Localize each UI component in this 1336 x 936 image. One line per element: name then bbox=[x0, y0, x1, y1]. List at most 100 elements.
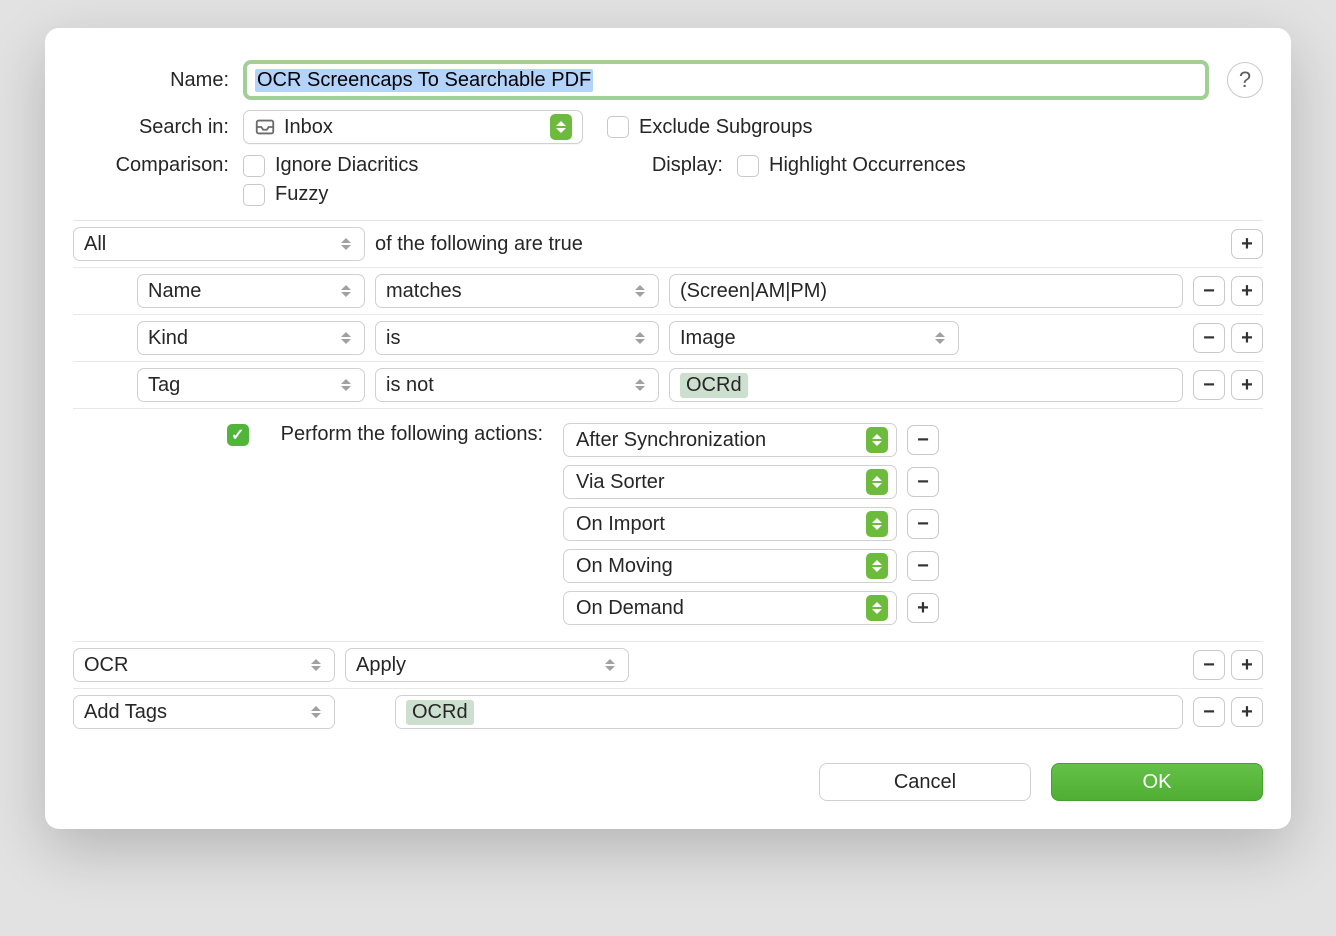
rule-operator-value: is bbox=[386, 327, 400, 350]
action-param-select[interactable]: Apply bbox=[345, 648, 629, 682]
trigger-remove-button[interactable]: − bbox=[907, 467, 939, 497]
action-tag-input[interactable]: OCRd bbox=[395, 695, 1183, 729]
trigger-add-button[interactable]: + bbox=[907, 593, 939, 623]
stepper-icon bbox=[550, 114, 572, 140]
inbox-icon bbox=[254, 116, 276, 138]
ignore-diacritics-checkbox[interactable] bbox=[243, 155, 265, 177]
rule-field-select[interactable]: Name bbox=[137, 274, 365, 308]
trigger-row: On Moving − bbox=[563, 549, 939, 583]
rule-root-suffix: of the following are true bbox=[375, 233, 583, 256]
comparison-label: Comparison: bbox=[73, 154, 243, 177]
cancel-button[interactable]: Cancel bbox=[819, 763, 1031, 801]
stepper-icon bbox=[866, 553, 888, 579]
chevron-updown-icon bbox=[338, 327, 354, 349]
search-in-label: Search in: bbox=[73, 116, 243, 139]
rule-add-button[interactable]: + bbox=[1231, 323, 1263, 353]
action-value: OCR bbox=[84, 654, 128, 677]
trigger-remove-button[interactable]: − bbox=[907, 509, 939, 539]
stepper-icon bbox=[866, 469, 888, 495]
exclude-subgroups-checkbox[interactable] bbox=[607, 116, 629, 138]
trigger-select[interactable]: On Moving bbox=[563, 549, 897, 583]
rule-operator-value: matches bbox=[386, 280, 462, 303]
trigger-row: Via Sorter − bbox=[563, 465, 939, 499]
rule-remove-button[interactable]: − bbox=[1193, 276, 1225, 306]
trigger-value: On Import bbox=[576, 513, 665, 536]
trigger-remove-button[interactable]: − bbox=[907, 425, 939, 455]
rule-operator-select[interactable]: is bbox=[375, 321, 659, 355]
rules-section: All of the following are true + Name mat… bbox=[73, 220, 1263, 735]
search-in-select[interactable]: Inbox bbox=[243, 110, 583, 144]
perform-actions-checkbox[interactable] bbox=[227, 424, 249, 446]
chevron-updown-icon bbox=[338, 233, 354, 255]
ok-label: OK bbox=[1143, 771, 1172, 794]
step-add-button[interactable]: + bbox=[1231, 697, 1263, 727]
action-step-row: Add Tags OCRd − + bbox=[73, 689, 1263, 735]
trigger-select[interactable]: On Import bbox=[563, 507, 897, 541]
rule-operator-select[interactable]: is not bbox=[375, 368, 659, 402]
trigger-value: Via Sorter bbox=[576, 471, 665, 494]
trigger-select[interactable]: After Synchronization bbox=[563, 423, 897, 457]
name-label: Name: bbox=[73, 69, 243, 92]
rule-value-text: (Screen|AM|PM) bbox=[680, 280, 827, 303]
highlight-occurrences-label: Highlight Occurrences bbox=[769, 154, 966, 177]
action-value-chip: OCRd bbox=[406, 700, 474, 725]
rule-root-scope-select[interactable]: All bbox=[73, 227, 365, 261]
rule-remove-button[interactable]: − bbox=[1193, 370, 1225, 400]
rule-value-input[interactable]: (Screen|AM|PM) bbox=[669, 274, 1183, 308]
rule-add-button[interactable]: + bbox=[1231, 276, 1263, 306]
stepper-icon bbox=[866, 427, 888, 453]
chevron-updown-icon bbox=[308, 701, 324, 723]
dialog-footer: Cancel OK bbox=[73, 735, 1263, 801]
trigger-list: After Synchronization − Via Sorter − On … bbox=[563, 423, 939, 625]
rule-operator-select[interactable]: matches bbox=[375, 274, 659, 308]
trigger-select[interactable]: Via Sorter bbox=[563, 465, 897, 499]
step-remove-button[interactable]: − bbox=[1193, 697, 1225, 727]
step-add-button[interactable]: + bbox=[1231, 650, 1263, 680]
search-in-row: Search in: Inbox Exclude Subgroups bbox=[73, 110, 1263, 144]
perform-actions-label: Perform the following actions: bbox=[281, 423, 543, 446]
chevron-updown-icon bbox=[308, 654, 324, 676]
name-row: Name: OCR Screencaps To Searchable PDF ? bbox=[73, 60, 1263, 100]
rule-remove-button[interactable]: − bbox=[1193, 323, 1225, 353]
step-remove-button[interactable]: − bbox=[1193, 650, 1225, 680]
chevron-updown-icon bbox=[632, 327, 648, 349]
action-value: Add Tags bbox=[84, 701, 167, 724]
trigger-row: On Import − bbox=[563, 507, 939, 541]
rule-value-select[interactable]: Image bbox=[669, 321, 959, 355]
cancel-label: Cancel bbox=[894, 771, 956, 794]
ok-button[interactable]: OK bbox=[1051, 763, 1263, 801]
rule-field-select[interactable]: Tag bbox=[137, 368, 365, 402]
rule-value-chip: OCRd bbox=[680, 373, 748, 398]
trigger-row: On Demand + bbox=[563, 591, 939, 625]
rule-root-row: All of the following are true + bbox=[73, 221, 1263, 268]
trigger-value: On Moving bbox=[576, 555, 673, 578]
rule-field-value: Kind bbox=[148, 327, 188, 350]
rule-tag-input[interactable]: OCRd bbox=[669, 368, 1183, 402]
rule-field-select[interactable]: Kind bbox=[137, 321, 365, 355]
fuzzy-checkbox[interactable] bbox=[243, 184, 265, 206]
name-input[interactable]: OCR Screencaps To Searchable PDF bbox=[243, 60, 1209, 100]
stepper-icon bbox=[866, 595, 888, 621]
actions-block: Perform the following actions: After Syn… bbox=[73, 409, 1263, 642]
rule-operator-value: is not bbox=[386, 374, 434, 397]
rule-root-add-button[interactable]: + bbox=[1231, 229, 1263, 259]
chevron-updown-icon bbox=[632, 280, 648, 302]
chevron-updown-icon bbox=[338, 374, 354, 396]
search-in-value: Inbox bbox=[284, 116, 550, 139]
trigger-row: After Synchronization − bbox=[563, 423, 939, 457]
trigger-select[interactable]: On Demand bbox=[563, 591, 897, 625]
action-select[interactable]: OCR bbox=[73, 648, 335, 682]
rule-field-value: Tag bbox=[148, 374, 180, 397]
rule-row: Name matches (Screen|AM|PM) − + bbox=[73, 268, 1263, 315]
rule-value-text: Image bbox=[680, 327, 736, 350]
rule-add-button[interactable]: + bbox=[1231, 370, 1263, 400]
trigger-value: On Demand bbox=[576, 597, 684, 620]
trigger-remove-button[interactable]: − bbox=[907, 551, 939, 581]
ignore-diacritics-label: Ignore Diacritics bbox=[275, 154, 418, 177]
help-button[interactable]: ? bbox=[1227, 62, 1263, 98]
help-icon: ? bbox=[1239, 67, 1251, 93]
rule-field-value: Name bbox=[148, 280, 201, 303]
name-value: OCR Screencaps To Searchable PDF bbox=[255, 69, 593, 92]
highlight-occurrences-checkbox[interactable] bbox=[737, 155, 759, 177]
action-select[interactable]: Add Tags bbox=[73, 695, 335, 729]
